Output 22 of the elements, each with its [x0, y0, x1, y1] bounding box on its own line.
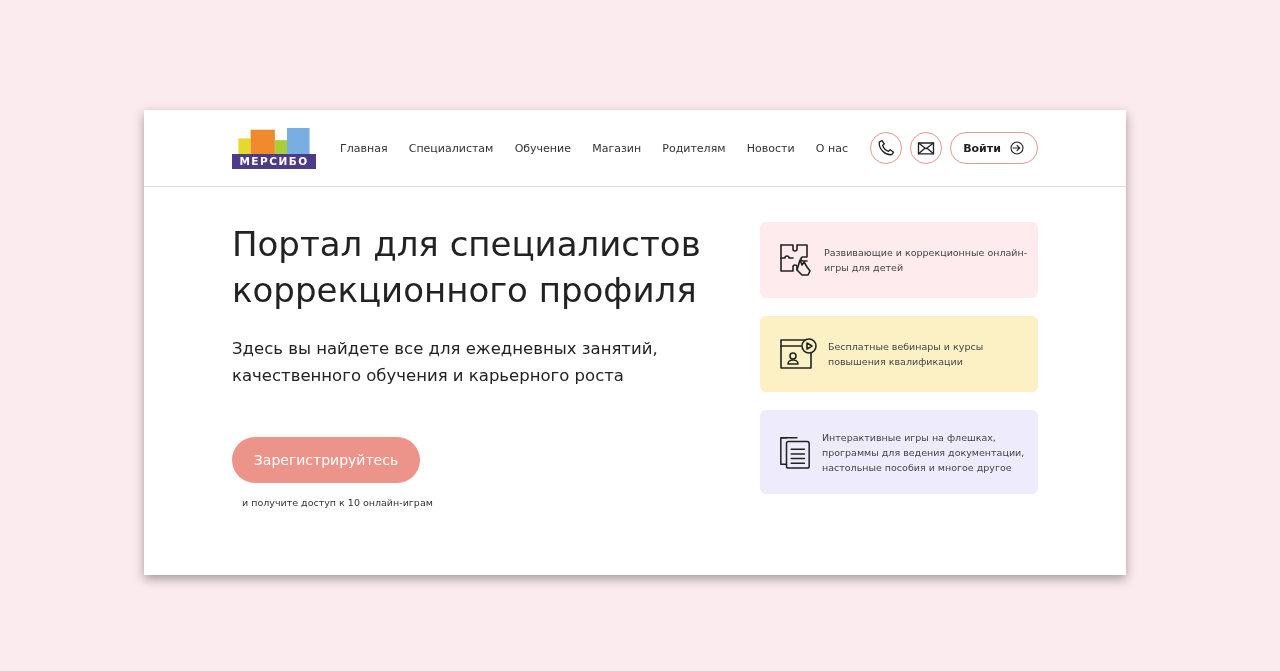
login-button[interactable]: Войти — [950, 132, 1038, 164]
nav-link[interactable]: Новости — [746, 141, 795, 155]
nav-link[interactable]: Главная — [340, 141, 388, 155]
nav-link[interactable]: Обучение — [514, 141, 571, 155]
nav-link[interactable]: Специалистам — [408, 141, 494, 155]
mail-button[interactable] — [910, 132, 942, 164]
feature-text: Бесплатные вебинары и курсы повышения квалификации — [828, 340, 985, 369]
phone-button[interactable] — [870, 132, 902, 164]
hero-title: Портал для специалистов коррекционного профиля — [232, 223, 702, 312]
hero-subtitle: Здесь вы найдете все для ежедневных занятий, качественного обучения и карьерного роста — [232, 338, 659, 387]
feature-text: Интерактивные игры на флешках, программы для ведения документации, настольные пособия и многое другое — [822, 430, 1026, 475]
puzzle-icon — [778, 242, 814, 278]
nav-link[interactable]: Магазин — [592, 141, 642, 155]
logo[interactable]: МЕРСИБО — [232, 127, 316, 169]
register-note: и получите доступ к 10 онлайн-играм — [242, 497, 434, 508]
video-window-icon — [778, 336, 818, 372]
phone-icon — [876, 138, 896, 158]
feature-text: Развивающие и коррекционные онлайн-игры для детей — [824, 246, 1029, 275]
sign-in-icon — [1008, 140, 1025, 156]
documents-icon — [778, 434, 812, 470]
nav-link[interactable]: О нас — [815, 141, 848, 155]
nav-link[interactable]: Родителям — [662, 141, 726, 155]
